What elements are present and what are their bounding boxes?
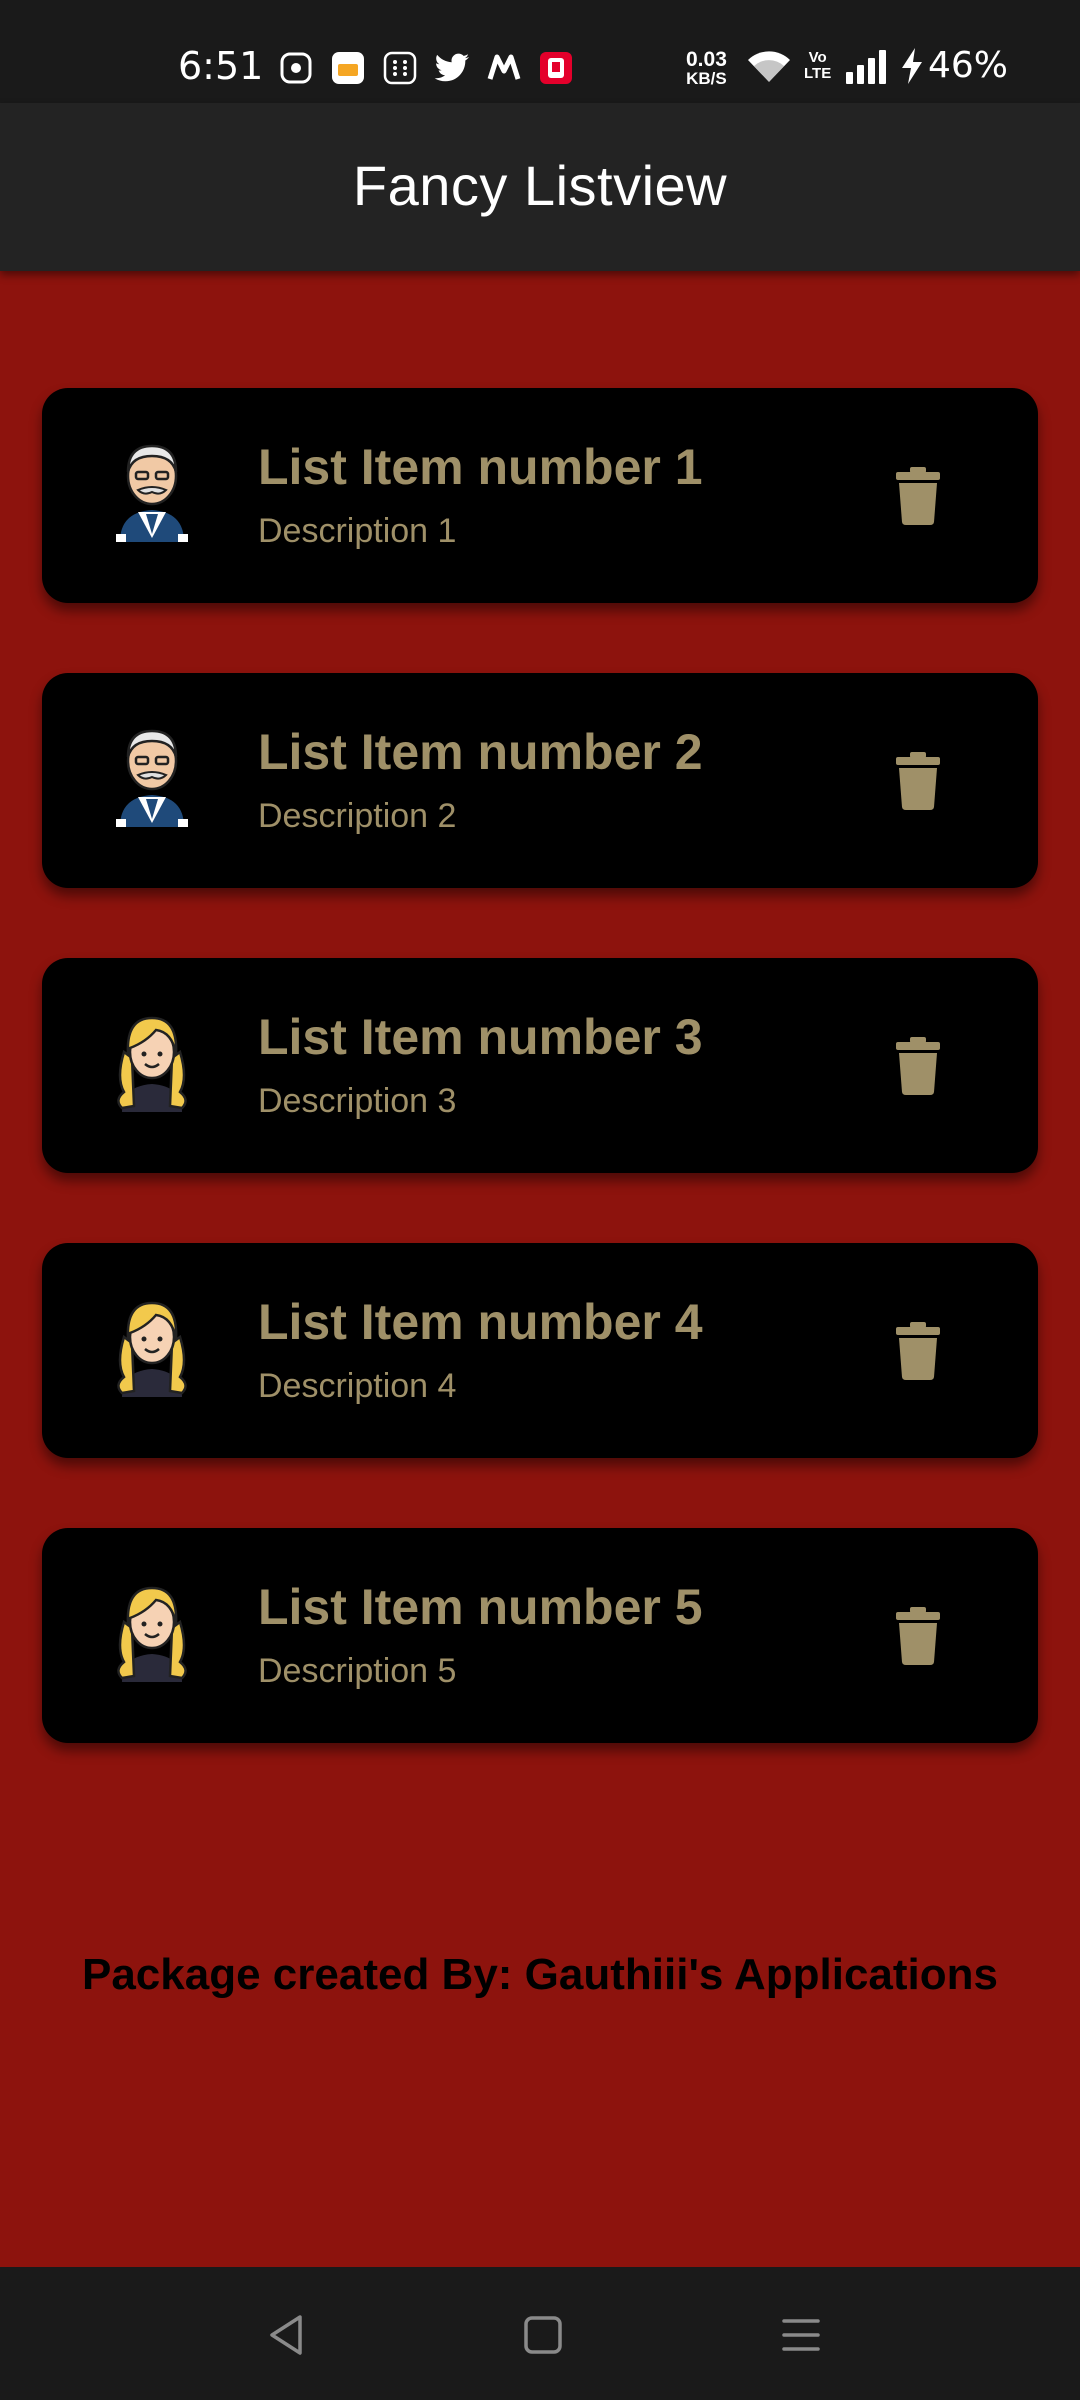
list-item-description: Description 2 <box>258 797 457 835</box>
delete-button[interactable] <box>882 1315 954 1387</box>
list-item-title: List Item number 1 <box>258 439 703 495</box>
delete-button[interactable] <box>882 745 954 817</box>
menu-button[interactable] <box>773 2307 829 2363</box>
status-bar: 6:51 0.03 KB/S Vo LTE 46% <box>0 0 1080 103</box>
trash-icon <box>896 1037 940 1095</box>
myntra-icon <box>486 50 522 86</box>
signal-icon <box>844 50 888 89</box>
blonde-woman-avatar-icon <box>102 1008 202 1118</box>
list-item[interactable]: List Item number 3 Description 3 <box>42 958 1038 1173</box>
list-item-title: List Item number 4 <box>258 1294 703 1350</box>
trash-icon <box>896 1607 940 1665</box>
list-item-description: Description 5 <box>258 1652 457 1690</box>
home-button[interactable] <box>515 2307 571 2363</box>
volte-top: Vo <box>808 49 827 66</box>
battery-percentage: 46% <box>928 45 1009 86</box>
package-credit: Package created By: Gauthiii's Applicati… <box>81 1950 998 1999</box>
trash-icon <box>896 467 940 525</box>
fancy-list: List Item number 1 Description 1 List It… <box>42 388 1038 1813</box>
delete-button[interactable] <box>882 460 954 532</box>
volte-bottom: LTE <box>804 65 832 82</box>
network-speed: 0.03 KB/S <box>686 48 727 88</box>
back-button[interactable] <box>258 2307 314 2363</box>
menu-lines-icon <box>782 2319 820 2351</box>
navigation-bar <box>0 2267 1080 2400</box>
kfc-icon <box>538 50 574 86</box>
home-square-icon <box>524 2316 562 2354</box>
wifi-icon <box>746 48 792 91</box>
volte-indicator: Vo LTE <box>804 50 831 82</box>
network-speed-unit: KB/S <box>686 69 727 88</box>
page-title: Fancy Listview <box>352 154 728 217</box>
list-item[interactable]: List Item number 4 Description 4 <box>42 1243 1038 1458</box>
blonde-woman-avatar-icon <box>102 1578 202 1688</box>
dialpad-app-icon <box>382 50 418 86</box>
trash-icon <box>896 1322 940 1380</box>
list-item-title: List Item number 3 <box>258 1009 703 1065</box>
twitter-icon <box>434 50 470 86</box>
network-speed-value: 0.03 <box>686 48 727 71</box>
delete-button[interactable] <box>882 1600 954 1672</box>
notification-icons <box>278 50 574 86</box>
list-item-description: Description 1 <box>258 512 457 550</box>
list-item[interactable]: List Item number 1 Description 1 <box>42 388 1038 603</box>
app-bar: Fancy Listview <box>0 103 1080 271</box>
list-item-description: Description 3 <box>258 1082 457 1120</box>
calendar-app-icon <box>330 50 366 86</box>
status-time: 6:51 <box>178 44 264 88</box>
list-item-description: Description 4 <box>258 1367 457 1405</box>
blonde-woman-avatar-icon <box>102 1293 202 1403</box>
old-man-avatar-icon <box>102 723 202 833</box>
list-item[interactable]: List Item number 5 Description 5 <box>42 1528 1038 1743</box>
list-item-title: List Item number 5 <box>258 1579 703 1635</box>
delete-button[interactable] <box>882 1030 954 1102</box>
back-triangle-icon <box>270 2315 302 2355</box>
charging-icon <box>900 48 924 89</box>
list-item[interactable]: List Item number 2 Description 2 <box>42 673 1038 888</box>
list-item-title: List Item number 2 <box>258 724 703 780</box>
old-man-avatar-icon <box>102 438 202 548</box>
trash-icon <box>896 752 940 810</box>
screen-recorder-icon <box>278 50 314 86</box>
